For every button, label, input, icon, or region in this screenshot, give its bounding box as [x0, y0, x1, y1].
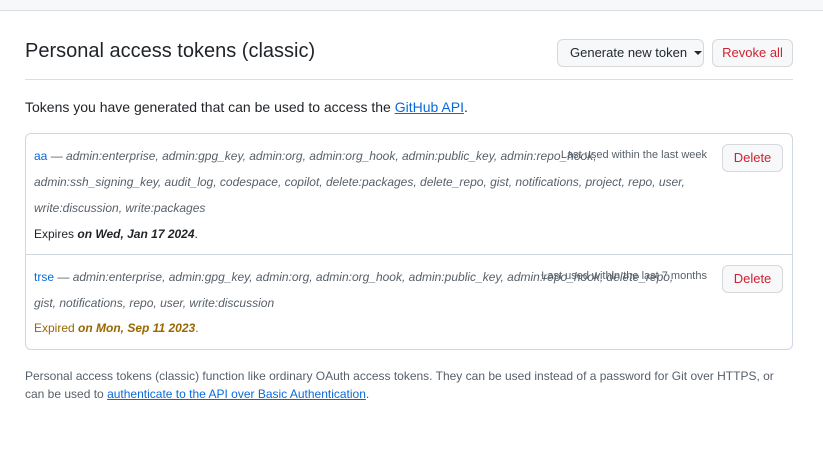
token-last-used: Last used within the last 7 months [541, 270, 707, 282]
token-item: aa — admin:enterprise, admin:gpg_key, ad… [26, 134, 792, 255]
generate-new-token-button[interactable]: Generate new token [557, 39, 704, 67]
revoke-all-button[interactable]: Revoke all [712, 39, 793, 67]
expires-date: on Wed, Jan 17 2024 [77, 227, 195, 241]
token-list: aa — admin:enterprise, admin:gpg_key, ad… [25, 133, 793, 350]
token-expiration: Expires on Wed, Jan 17 2024. [34, 227, 198, 241]
delete-token-button[interactable]: Delete [722, 265, 783, 293]
expires-suffix: . [195, 321, 199, 335]
expires-date: on Mon, Sep 11 2023 [78, 321, 196, 335]
top-strip [0, 0, 823, 11]
token-name-link[interactable]: trse [34, 270, 54, 284]
page-title: Personal access tokens (classic) [25, 40, 316, 62]
expires-prefix: Expired [34, 321, 79, 335]
token-name-link[interactable]: aa [34, 149, 47, 163]
basic-auth-link[interactable]: authenticate to the API over Basic Authe… [107, 387, 366, 401]
delete-token-button[interactable]: Delete [722, 144, 783, 172]
token-item: trse — admin:enterprise, admin:gpg_key, … [26, 255, 792, 349]
github-api-link[interactable]: GitHub API [395, 99, 464, 115]
generate-button-label: Generate new token [570, 45, 688, 60]
footer-note: Personal access tokens (classic) functio… [25, 367, 795, 403]
token-last-used: Last used within the last week [560, 149, 707, 161]
expires-suffix: . [194, 227, 198, 241]
page-header: Personal access tokens (classic) Generat… [25, 39, 793, 80]
intro-suffix: . [463, 99, 468, 115]
intro-text-body: Tokens you have generated that can be us… [25, 99, 395, 115]
expires-prefix: Expires [34, 227, 78, 241]
caret-down-icon [693, 50, 702, 55]
footer-suffix: . [365, 387, 370, 401]
intro-text: Tokens you have generated that can be us… [25, 99, 468, 115]
token-expiration: Expired on Mon, Sep 11 2023. [34, 321, 199, 335]
